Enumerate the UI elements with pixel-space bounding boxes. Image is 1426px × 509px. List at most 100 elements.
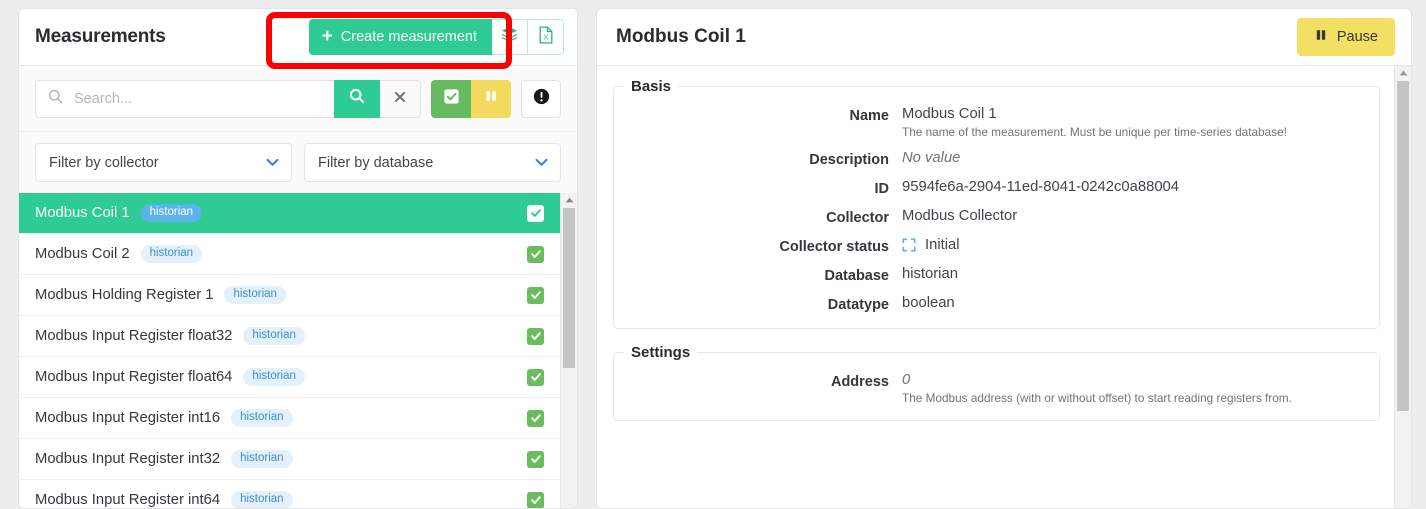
filter-by-collector-label: Filter by collector	[49, 154, 159, 171]
field-value-row: historian	[902, 266, 1361, 282]
list-item[interactable]: Modbus Coil 2 historian	[19, 234, 560, 275]
list-item[interactable]: Modbus Holding Register 1 historian	[19, 275, 560, 316]
create-measurement-label: Create measurement	[340, 29, 477, 45]
export-excel-button[interactable]: X	[528, 19, 564, 55]
page-title: Measurements	[35, 26, 166, 47]
detail-field: Collector Modbus Collector	[614, 208, 1361, 226]
measurement-name: Modbus Coil 2	[35, 246, 130, 262]
search-toolbar	[19, 66, 577, 132]
row-checkbox[interactable]	[527, 491, 544, 508]
create-measurement-button[interactable]: + Create measurement	[308, 19, 492, 55]
field-value: Initial	[925, 237, 960, 253]
check-icon	[527, 245, 544, 263]
scroll-up-arrow-icon[interactable]	[561, 193, 577, 206]
field-label: Address	[830, 374, 889, 390]
field-value-row: 9594fe6a-2904-11ed-8041-0242c0a88004	[902, 179, 1361, 195]
list-item[interactable]: Modbus Input Register int16 historian	[19, 398, 560, 439]
check-icon	[527, 286, 544, 304]
detail-field: Collector status Initial	[614, 237, 1361, 255]
field-value: historian	[902, 266, 958, 282]
measurement-name: Modbus Coil 1	[35, 205, 130, 221]
database-badge: historian	[231, 409, 293, 427]
row-checkbox[interactable]	[527, 450, 544, 468]
row-checkbox[interactable]	[527, 286, 544, 304]
scroll-thumb[interactable]	[563, 208, 575, 368]
list-item[interactable]: Modbus Input Register float32 historian	[19, 316, 560, 357]
list-item[interactable]: Modbus Input Register int64 historian	[19, 480, 560, 508]
field-help-text: The Modbus address (with or without offs…	[902, 391, 1292, 405]
field-label: Datatype	[827, 297, 889, 313]
measurement-name: Modbus Input Register float64	[35, 369, 233, 385]
measurements-list-scrollbar[interactable]	[560, 193, 577, 508]
database-badge: historian	[140, 204, 203, 222]
detail-scrollbar[interactable]	[1394, 66, 1411, 508]
scroll-up-arrow-icon[interactable]	[1395, 66, 1411, 79]
check-icon	[527, 327, 544, 345]
row-checkbox[interactable]	[527, 409, 544, 427]
field-body: historian	[902, 266, 1361, 284]
database-badge: historian	[243, 368, 305, 386]
detail-field: Datatype boolean	[614, 295, 1361, 313]
measurements-list-wrapper: Modbus Coil 1 historian Modbus Coil 2 histo…	[19, 193, 577, 508]
database-badge: historian	[231, 491, 293, 508]
check-icon	[527, 409, 544, 427]
detail-panel-header: Modbus Coil 1 Pause	[597, 9, 1411, 66]
field-value-row: boolean	[902, 295, 1361, 311]
measurement-name: Modbus Input Register float32	[35, 328, 233, 344]
field-label: Database	[824, 268, 889, 284]
measurements-panel: Measurements + Create measurement X Sear…	[18, 8, 578, 509]
list-item[interactable]: Modbus Coil 1 historian	[19, 193, 560, 234]
filter-by-database-select[interactable]: Filter by database	[304, 143, 561, 182]
measurements-list: Modbus Coil 1 historian Modbus Coil 2 histo…	[19, 193, 560, 508]
detail-field: Name Modbus Coil 1 The name of the measure…	[614, 106, 1361, 139]
pause-button[interactable]: Pause	[1296, 18, 1395, 56]
field-body: Initial	[902, 237, 1361, 255]
field-value: Modbus Coil 1	[902, 106, 997, 122]
field-body: Modbus Collector	[902, 208, 1361, 226]
database-badge: historian	[243, 327, 305, 345]
field-label: Description	[809, 152, 889, 168]
search-field-wrapper	[35, 79, 334, 118]
field-value-row: No value	[902, 150, 1361, 166]
detail-field: ID 9594fe6a-2904-11ed-8041-0242c0a88004	[614, 179, 1361, 197]
detail-scroll-area: Basis Name Modbus Coil 1 The name of the me…	[597, 66, 1394, 508]
field-body: No value	[902, 150, 1361, 168]
field-value-row: Initial	[902, 237, 1361, 253]
filters-row: Filter by collector Filter by database	[19, 132, 577, 193]
list-item[interactable]: Modbus Input Register float64 historian	[19, 357, 560, 398]
row-checkbox[interactable]	[527, 327, 544, 345]
row-checkbox[interactable]	[527, 204, 544, 222]
layers-icon	[501, 26, 518, 48]
search-group	[35, 79, 421, 118]
pause-icon	[483, 88, 499, 109]
filter-enabled-toggle[interactable]	[431, 79, 471, 118]
x-icon	[393, 89, 407, 109]
scroll-thumb[interactable]	[1397, 81, 1409, 411]
svg-text:X: X	[543, 34, 548, 41]
search-submit-button[interactable]	[334, 79, 380, 118]
detail-title: Modbus Coil 1	[616, 26, 746, 47]
field-label: Collector	[826, 210, 889, 226]
search-input[interactable]	[72, 89, 324, 108]
row-checkbox[interactable]	[527, 245, 544, 263]
detail-field: Database historian	[614, 266, 1361, 284]
filter-error-button[interactable]	[521, 79, 561, 118]
detail-group: Settings Address 0 The Modbus address (with…	[613, 344, 1380, 421]
field-body: 0 The Modbus address (with or without off…	[902, 372, 1361, 405]
clear-search-button[interactable]	[380, 79, 421, 118]
layers-button[interactable]	[492, 19, 528, 55]
pause-icon	[1314, 28, 1328, 46]
field-label: Collector status	[779, 239, 889, 255]
status-filter-toggle-group	[431, 79, 511, 118]
excel-file-icon: X	[538, 25, 554, 49]
field-help-text: The name of the measurement. Must be uni…	[902, 125, 1287, 139]
measurements-panel-header: Measurements + Create measurement X	[19, 9, 577, 66]
filter-by-collector-select[interactable]: Filter by collector	[35, 143, 292, 182]
list-item[interactable]: Modbus Input Register int32 historian	[19, 439, 560, 480]
corners-expand-icon	[902, 238, 916, 252]
filter-paused-toggle[interactable]	[471, 79, 511, 118]
database-badge: historian	[231, 450, 293, 468]
field-value-row: Modbus Collector	[902, 208, 1361, 224]
field-body: boolean	[902, 295, 1361, 313]
row-checkbox[interactable]	[527, 368, 544, 386]
